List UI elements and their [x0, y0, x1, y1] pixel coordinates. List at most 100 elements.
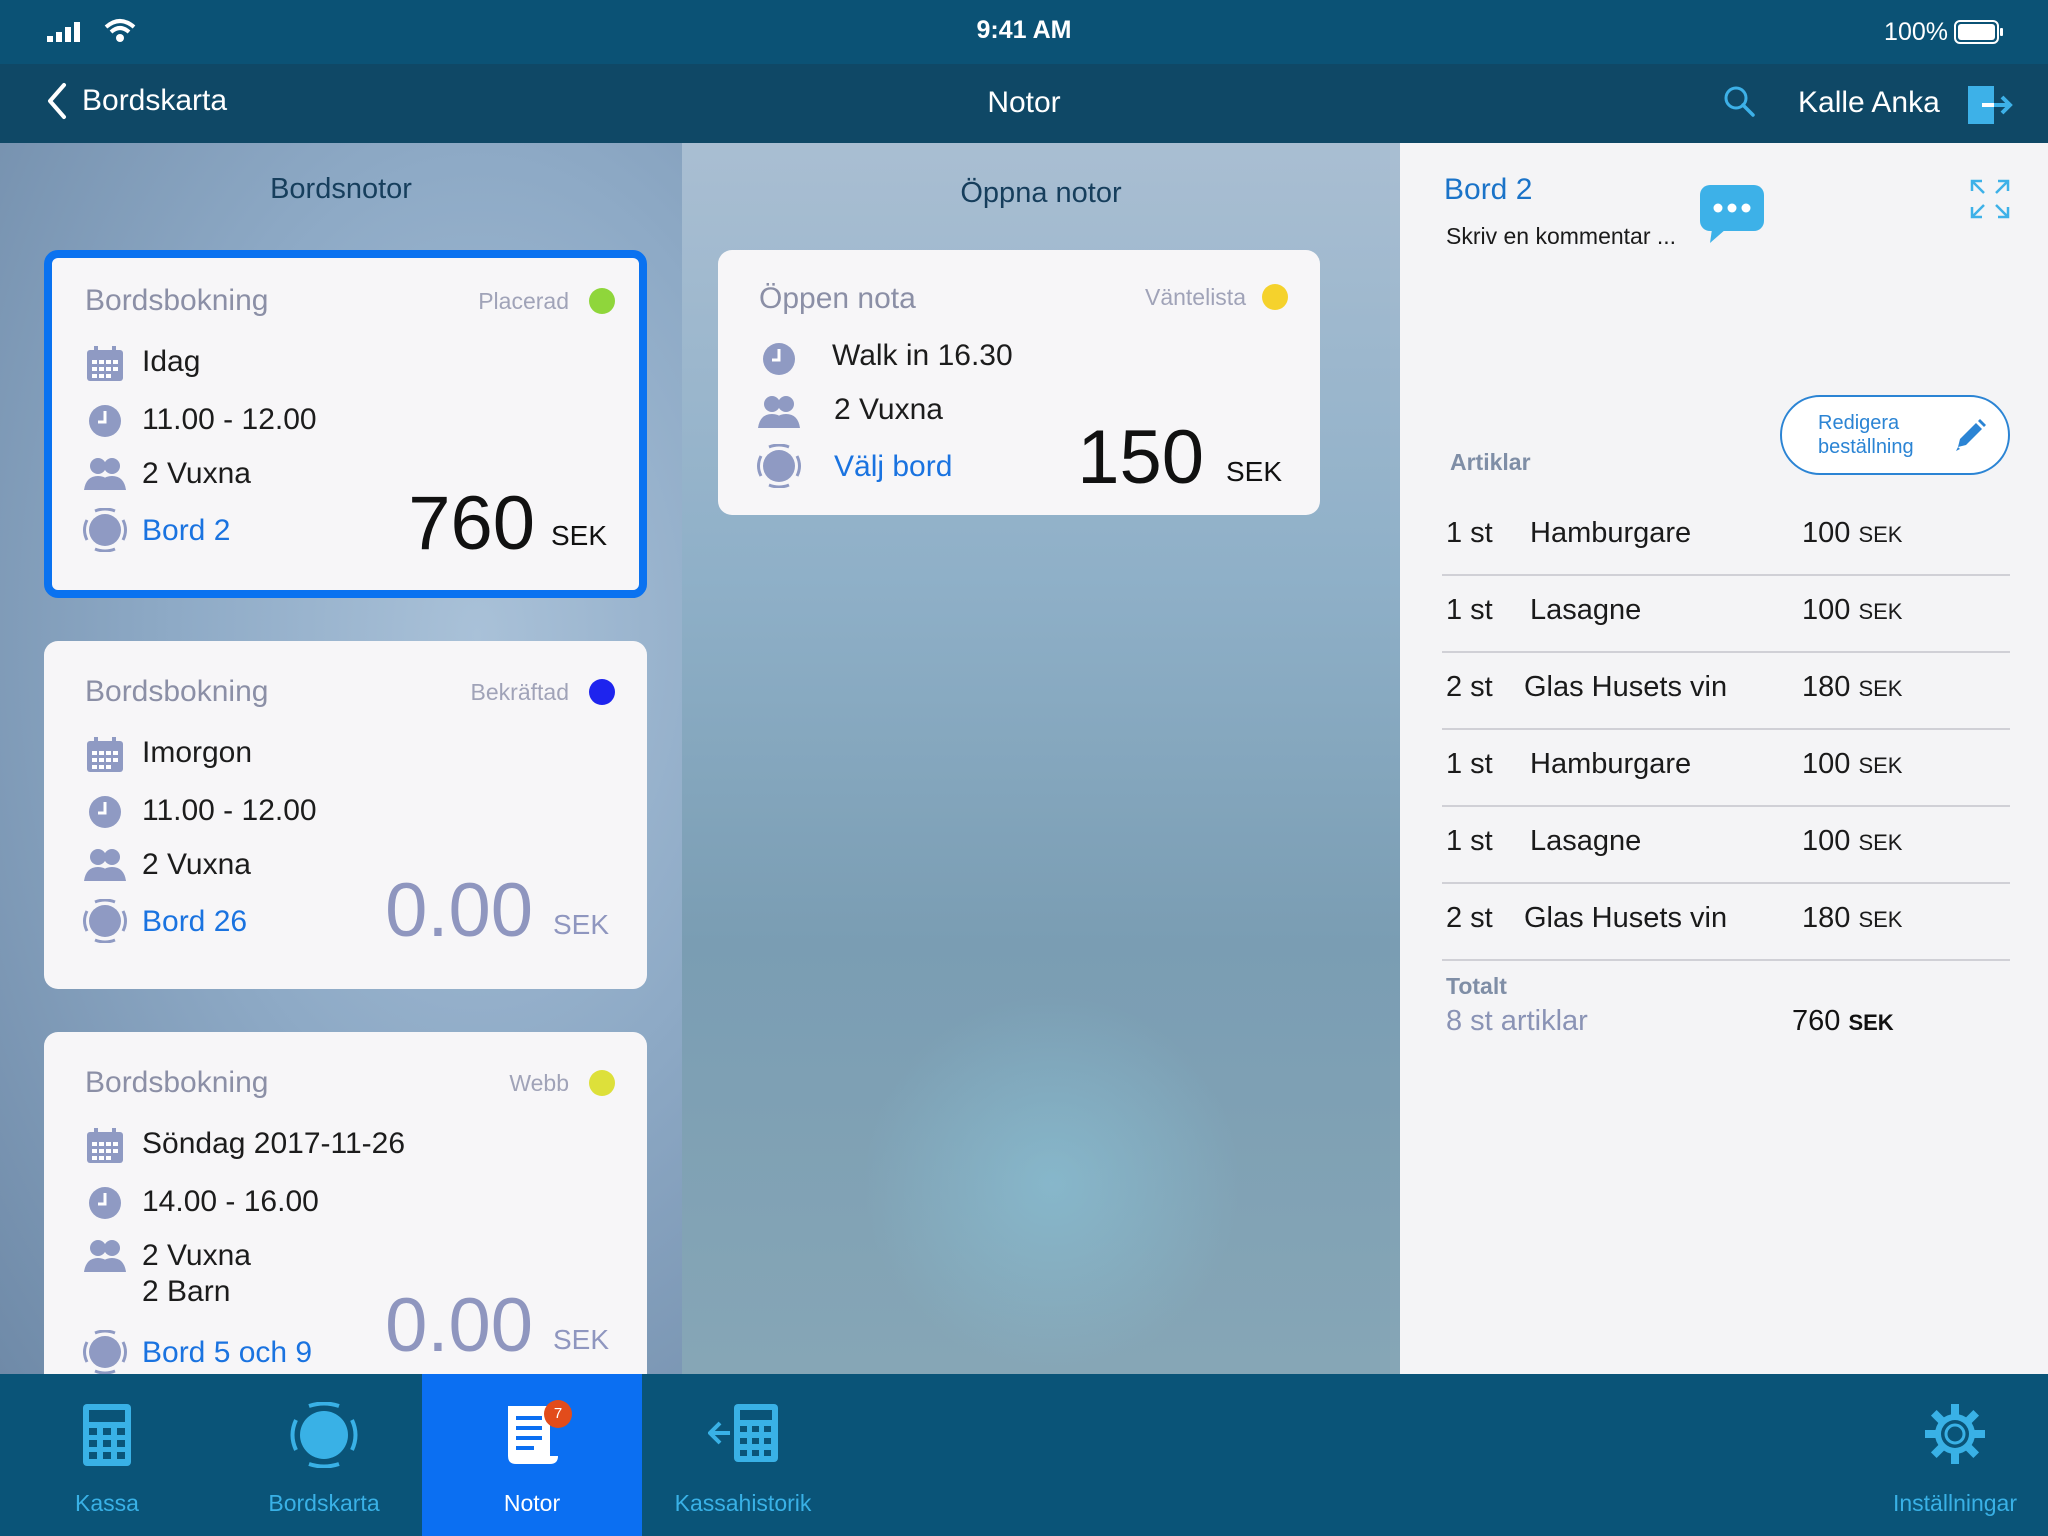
item-qty: 1 st	[1446, 594, 1493, 626]
table-icon	[757, 444, 801, 488]
guests-icon	[84, 1240, 126, 1272]
notification-badge: 7	[544, 1400, 572, 1428]
note-time: Walk in 16.30	[832, 339, 1013, 372]
card-amount: 0.00	[385, 868, 533, 953]
card-currency: SEK	[552, 1324, 609, 1355]
item-price: 100 SEK	[1802, 517, 1903, 549]
item-price: 100 SEK	[1802, 825, 1903, 857]
status-dot	[1262, 284, 1288, 310]
tab-kassahistorik[interactable]: Kassahistorik	[642, 1374, 844, 1536]
battery-percentage: 100%	[1884, 18, 1948, 46]
table-link[interactable]: Bord 2	[142, 514, 230, 548]
order-item[interactable]: 1 st Lasagne 100 SEK	[1442, 576, 2010, 653]
clock: 9:41 AM	[976, 16, 1072, 44]
search-icon[interactable]	[1722, 84, 1758, 120]
nav-bar: Bordskarta Notor Kalle Anka	[0, 64, 2048, 143]
tab-label: Inställningar	[1892, 1490, 2018, 1516]
item-price: 180 SEK	[1802, 902, 1903, 934]
card-type: Öppen nota	[759, 282, 916, 315]
open-note-card[interactable]: Öppen nota Väntelista Walk in 16.30 2 Vu…	[718, 250, 1320, 515]
booking-guests-children: 2 Barn	[142, 1275, 231, 1308]
card-type: Bordsbokning	[85, 675, 269, 708]
order-item[interactable]: 2 st Glas Husets vin 180 SEK	[1442, 653, 2010, 730]
card-amount: 0.00	[385, 1283, 533, 1368]
order-item[interactable]: 2 st Glas Husets vin 180 SEK	[1442, 884, 2010, 961]
booking-card-2[interactable]: Bordsbokning Bekräftad Imorgon 11.00 - 1…	[44, 641, 647, 989]
table-icon	[83, 508, 127, 552]
chevron-left-icon	[48, 83, 66, 119]
calendar-icon	[87, 1128, 123, 1163]
items-label: Artiklar	[1450, 449, 1531, 475]
item-qty: 1 st	[1446, 517, 1493, 549]
tab-notor[interactable]: 7 Notor	[422, 1374, 642, 1536]
tab-bar: Kassa Bordskarta 7 Notor Kassahistorik I…	[0, 1374, 2048, 1536]
choose-table-link[interactable]: Välj bord	[834, 450, 952, 484]
status-dot	[589, 1070, 615, 1096]
table-map-icon	[290, 1402, 358, 1468]
card-type: Bordsbokning	[85, 284, 269, 317]
order-item[interactable]: 1 st Lasagne 100 SEK	[1442, 807, 2010, 884]
guests-icon	[84, 849, 126, 881]
order-items-list: 1 st Hamburgare 100 SEK 1 st Lasagne 100…	[1442, 499, 2010, 961]
tab-label: Kassa	[75, 1490, 139, 1516]
item-qty: 1 st	[1446, 825, 1493, 857]
table-notes-heading: Bordsnotor	[270, 173, 412, 205]
calendar-icon	[87, 737, 123, 772]
booking-date: Söndag 2017-11-26	[142, 1127, 405, 1160]
table-link[interactable]: Bord 26	[142, 905, 247, 939]
booking-time: 11.00 - 12.00	[142, 794, 317, 827]
booking-guests: 2 Vuxna	[142, 457, 251, 490]
total-sum: 760 SEK	[1792, 1005, 1894, 1037]
clock-icon	[89, 405, 121, 437]
item-qty: 2 st	[1446, 671, 1493, 703]
order-item[interactable]: 1 st Hamburgare 100 SEK	[1442, 730, 2010, 807]
tab-label: Kassahistorik	[674, 1490, 812, 1516]
user-name: Kalle Anka	[1798, 86, 1940, 119]
comment-field[interactable]: Skriv en kommentar ...	[1446, 223, 1676, 250]
back-label: Bordskarta	[82, 84, 228, 117]
tab-label: Bordskarta	[268, 1490, 380, 1516]
guests-icon	[758, 396, 800, 428]
tab-kassa[interactable]: Kassa	[0, 1374, 214, 1536]
tab-bordskarta[interactable]: Bordskarta	[214, 1374, 434, 1536]
back-button[interactable]: Bordskarta	[46, 82, 227, 120]
total-item-count: 8 st artiklar	[1446, 1005, 1588, 1037]
content-area: Bordsnotor Bordsbokning Placerad Idag 11…	[0, 143, 2048, 1374]
order-item[interactable]: 1 st Hamburgare 100 SEK	[1442, 499, 2010, 576]
guests-icon	[84, 458, 126, 490]
battery-icon	[1954, 20, 2003, 44]
clock-icon	[763, 343, 795, 375]
table-link[interactable]: Bord 5 och 9	[142, 1336, 312, 1370]
logout-icon[interactable]	[1966, 84, 2014, 126]
pencil-icon	[1956, 419, 1986, 451]
history-icon	[708, 1404, 778, 1462]
item-qty: 1 st	[1446, 748, 1493, 780]
status-bar: 9:41 AM 100%	[0, 0, 2048, 64]
comment-bubble-icon[interactable]	[1700, 185, 1764, 243]
item-price: 180 SEK	[1802, 671, 1903, 703]
booking-card-1[interactable]: Bordsbokning Placerad Idag 11.00 - 12.00…	[44, 250, 647, 598]
item-name: Hamburgare	[1530, 517, 1692, 549]
item-price: 100 SEK	[1802, 594, 1903, 626]
table-icon	[83, 899, 127, 943]
status-label: Bekräftad	[470, 679, 569, 705]
booking-card-3[interactable]: Bordsbokning Webb Söndag 2017-11-26 14.0…	[44, 1032, 647, 1374]
item-qty: 2 st	[1446, 902, 1493, 934]
card-currency: SEK	[550, 520, 607, 551]
item-name: Lasagne	[1530, 594, 1642, 626]
table-icon	[83, 1330, 127, 1374]
card-currency: SEK	[1225, 456, 1282, 487]
tab-installningar[interactable]: Inställningar	[1862, 1374, 2048, 1536]
booking-guests: 2 Vuxna	[142, 1239, 251, 1272]
booking-time: 14.00 - 16.00	[142, 1185, 319, 1218]
booking-guests: 2 Vuxna	[142, 848, 251, 881]
note-guests: 2 Vuxna	[834, 393, 943, 426]
item-name: Glas Husets vin	[1524, 671, 1728, 703]
card-amount: 760	[408, 481, 535, 566]
booking-date: Idag	[142, 345, 201, 378]
expand-icon[interactable]	[1970, 179, 2010, 219]
order-table-title: Bord 2	[1444, 173, 1533, 206]
edit-order-button[interactable]: Redigera beställning	[1780, 395, 2010, 475]
item-name: Glas Husets vin	[1524, 902, 1728, 934]
clock-icon	[89, 1187, 121, 1219]
